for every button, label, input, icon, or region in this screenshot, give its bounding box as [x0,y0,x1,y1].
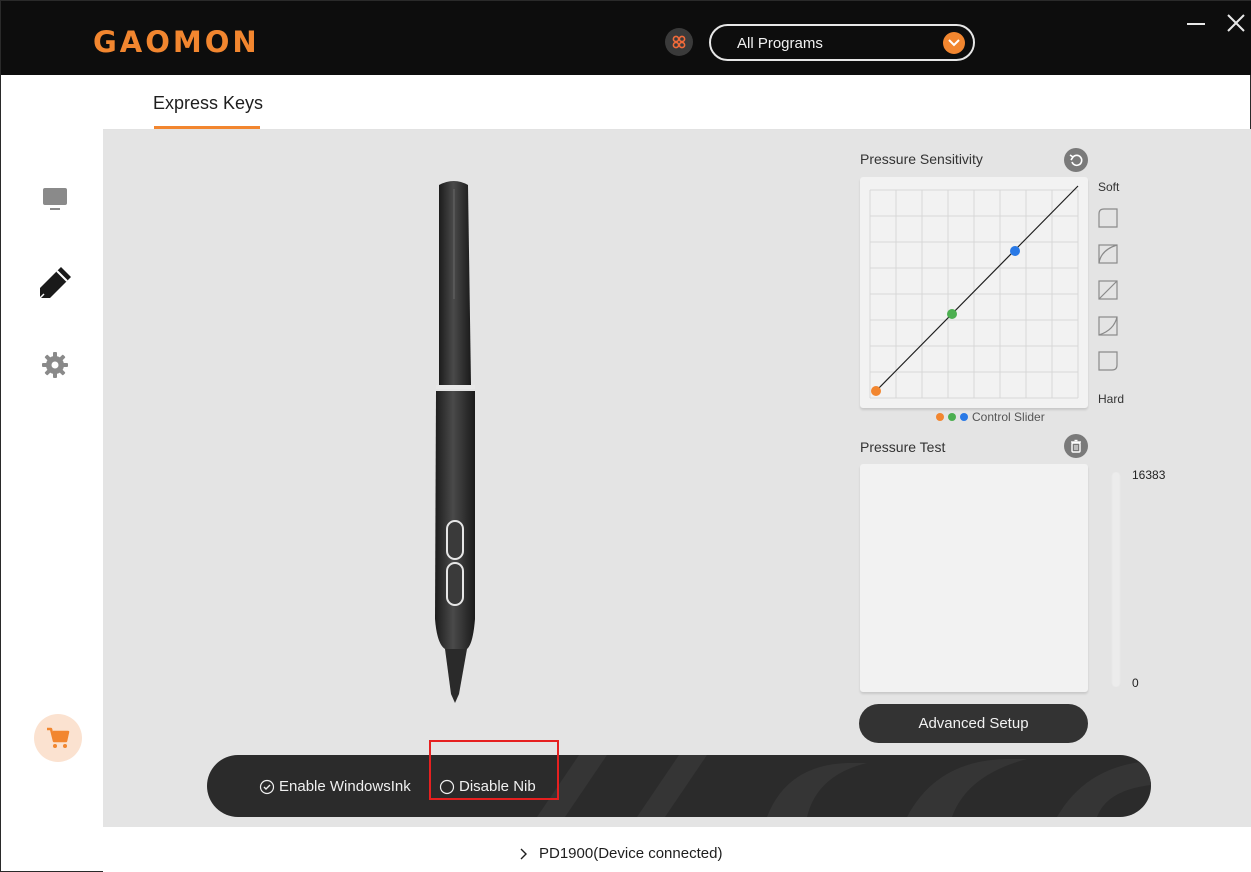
tablet-driver-window: GAOMON All Programs Express Keys Pressur… [0,0,1251,872]
advanced-setup-button[interactable]: Advanced Setup [859,704,1088,743]
device-status-label: PD1900(Device connected) [539,845,723,862]
soft-label: Soft [1098,180,1120,194]
cart-icon [47,727,70,748]
enable-windows-ink-option[interactable]: Enable WindowsInk [259,778,411,795]
tab-express-keys[interactable]: Express Keys [153,93,263,114]
legend-dot-green [948,413,956,421]
pressure-curve-line [875,185,1079,392]
sidebar-item-pen[interactable] [33,261,77,305]
chevron-down-icon [943,32,965,54]
gear-icon [42,352,68,378]
apps-icon [672,35,686,49]
control-point-low[interactable] [871,386,881,396]
radio-unchecked-icon [439,779,455,794]
enable-windows-ink-label: Enable WindowsInk [279,778,411,795]
device-status[interactable]: PD1900(Device connected) [517,845,722,862]
trash-icon [1071,439,1081,453]
shop-button[interactable] [34,714,82,762]
gaomon-logo: GAOMON [93,25,260,59]
chevron-right-icon [520,848,527,859]
control-slider-legend: Control Slider [936,410,1045,424]
apps-button[interactable] [665,28,693,56]
minimize-icon [1187,23,1205,25]
legend-dot-orange [936,413,944,421]
curve-preset-linear[interactable] [1098,280,1118,300]
curve-preset-hardest[interactable] [1098,351,1118,371]
pressure-test-title: Pressure Test [860,439,946,455]
program-select-value: All Programs [737,35,823,52]
reset-curve-button[interactable] [1064,148,1088,172]
title-bar: GAOMON All Programs [1,1,1251,75]
curve-preset-softest[interactable] [1098,208,1118,228]
legend-dot-blue [960,413,968,421]
curve-preset-hard[interactable] [1098,316,1118,336]
display-icon [43,188,67,210]
checkbox-checked-icon [259,779,275,794]
clear-pressure-test-button[interactable] [1064,434,1088,458]
pen-illustration [435,181,475,703]
pressure-level-bar [1111,471,1121,688]
pressure-min-value: 0 [1132,676,1139,690]
program-select[interactable]: All Programs [709,24,975,61]
sidebar-item-settings[interactable] [39,349,71,381]
minimize-button[interactable] [1185,11,1209,35]
pressure-curve-graph[interactable] [860,177,1088,408]
curve-preset-soft[interactable] [1098,244,1118,264]
pressure-max-value: 16383 [1132,468,1166,482]
pressure-test-pad[interactable] [860,464,1088,692]
close-button[interactable] [1224,11,1248,35]
pen-icon [39,267,71,299]
hard-label: Hard [1098,392,1125,406]
control-point-high[interactable] [1010,246,1020,256]
disable-nib-label: Disable Nib [459,778,536,795]
disable-nib-option[interactable]: Disable Nib [439,778,536,795]
sidebar-item-display[interactable] [37,181,73,217]
control-slider-label: Control Slider [972,410,1045,424]
control-point-mid[interactable] [947,309,957,319]
pressure-sensitivity-title: Pressure Sensitivity [860,151,983,167]
undo-icon [1069,154,1083,167]
close-icon [1227,14,1245,32]
